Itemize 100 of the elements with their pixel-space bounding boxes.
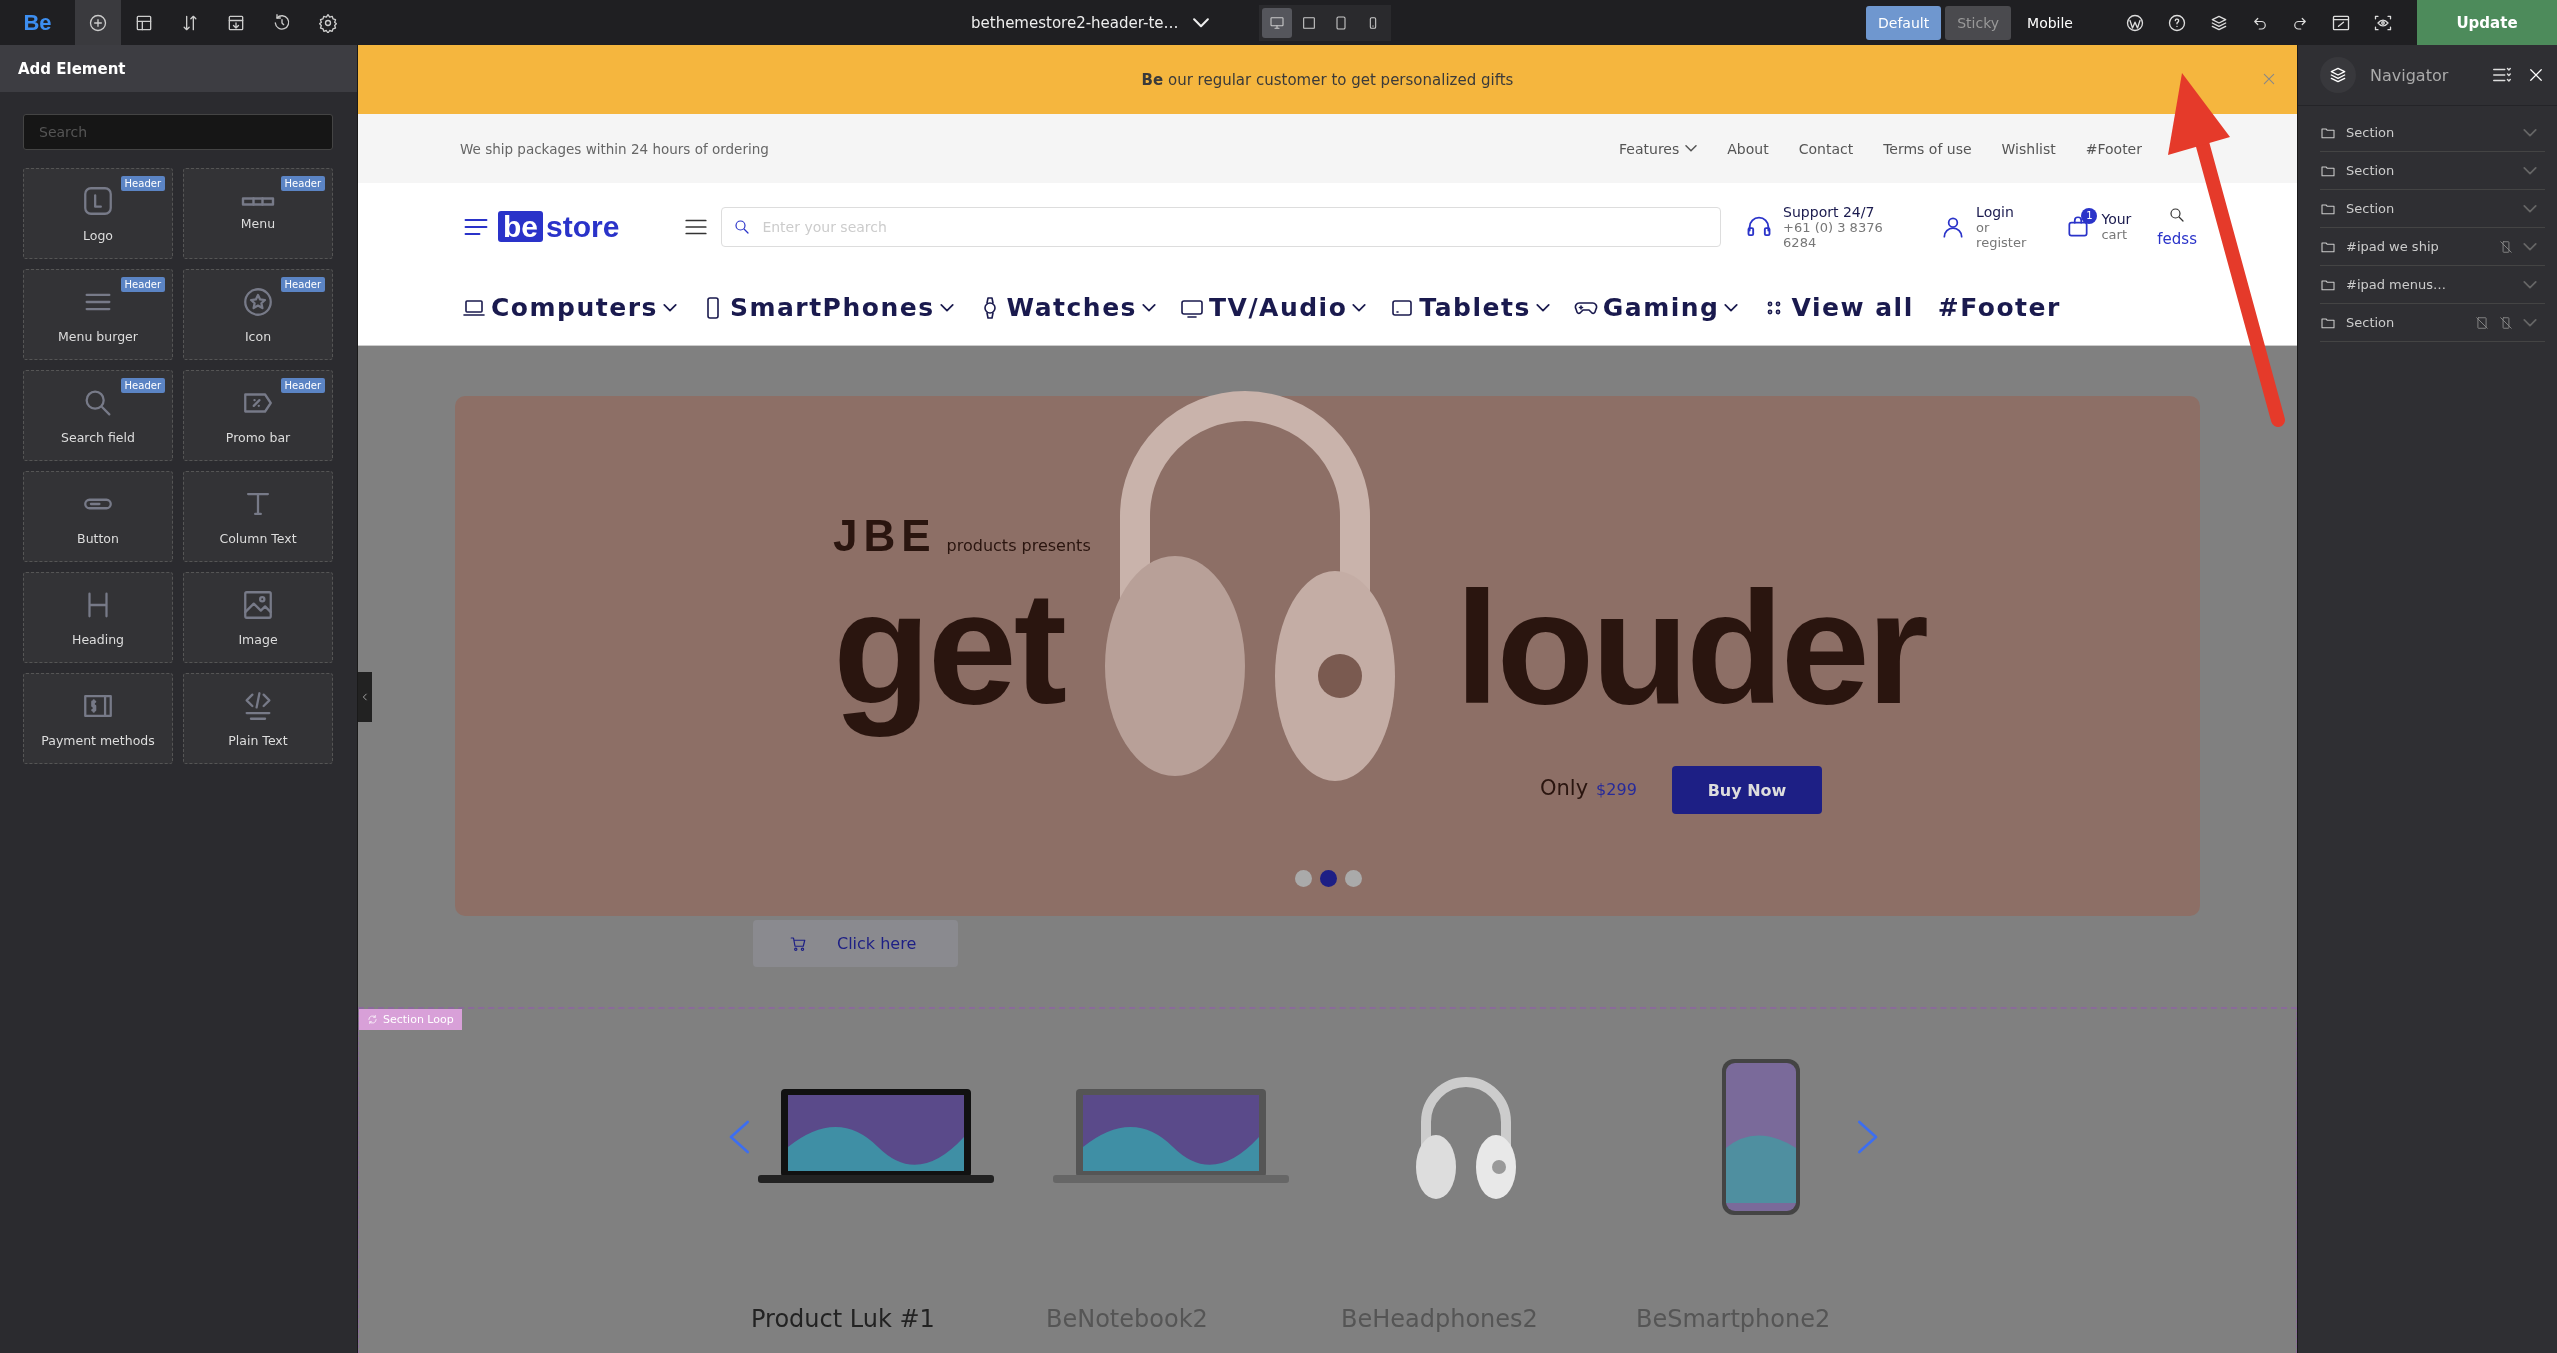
panel-title: Add Element (18, 59, 126, 78)
history-icon (272, 12, 292, 33)
chevron-down-icon (2523, 318, 2537, 327)
device-button[interactable] (1261, 7, 1292, 38)
price: $299 (1596, 780, 1637, 799)
buy-now-button[interactable]: Buy Now (1672, 766, 1822, 814)
desktop-icon (1268, 14, 1285, 31)
element-tile[interactable]: Button (23, 471, 173, 562)
header-badge: Header (120, 277, 165, 292)
search-field[interactable]: Search (23, 114, 333, 150)
hidden-phone-icon (2499, 315, 2513, 330)
element-tile[interactable]: Payment methods (23, 673, 173, 764)
navigator-item[interactable]: Section (2320, 304, 2545, 342)
top-link[interactable]: About (1727, 140, 1769, 157)
element-tile[interactable]: Header Icon (183, 269, 333, 360)
category-link[interactable]: Computers (462, 293, 677, 322)
element-tile[interactable]: Heading (23, 572, 173, 663)
hidden-tablet-icon (2475, 315, 2489, 330)
slider-dot[interactable] (1345, 870, 1362, 887)
register-link[interactable]: or register (1976, 219, 2042, 250)
cart-subtitle[interactable]: cart (2101, 227, 2132, 242)
element-tile[interactable]: Header Menu (183, 168, 333, 259)
element-tile[interactable]: Column Text (183, 471, 333, 562)
image-icon (241, 588, 275, 622)
chevron-down-icon (1685, 145, 1698, 152)
layers-icon (2328, 65, 2348, 85)
header-badge: Header (280, 277, 325, 292)
navigator-item[interactable]: #ipad menus… (2320, 266, 2545, 304)
element-tile[interactable]: Header Promo bar (183, 370, 333, 461)
top-link[interactable]: Features (1619, 140, 1698, 157)
add-icon (88, 12, 108, 33)
navigator-item[interactable]: #ipad we ship (2320, 228, 2545, 266)
chevron-down-icon (1724, 303, 1739, 312)
promo-text: Be our regular customer to get personalized gifts (1141, 70, 1514, 89)
top-link[interactable]: #Footer (2085, 140, 2142, 157)
element-tile[interactable]: Header Logo (23, 168, 173, 259)
settings-icon (318, 12, 338, 33)
chevron-left-icon (360, 692, 370, 702)
tablet-icon (1300, 14, 1317, 31)
product-name[interactable]: Product Luk #1 (751, 1305, 1046, 1333)
hero-subtitle: products presents (946, 536, 1091, 555)
menu-icon (241, 196, 275, 206)
toolbar-button[interactable] (75, 0, 121, 45)
chevron-down-icon (939, 303, 954, 312)
logo-icon (81, 184, 115, 218)
chevron-down-icon (1142, 303, 1156, 312)
chevron-down-icon (1192, 17, 1209, 28)
hero-heading: louder (1455, 557, 1926, 739)
slider-dot[interactable] (1320, 870, 1337, 887)
header-badge: Header (280, 378, 325, 393)
chevron-down-icon (1352, 303, 1367, 312)
close-icon (2261, 71, 2277, 87)
price-label: Only (1540, 776, 1589, 800)
cart-icon (789, 934, 807, 953)
category-link[interactable]: Watches (977, 293, 1156, 322)
search-label[interactable]: fedss (2157, 229, 2197, 248)
category-link[interactable]: TV/Audio (1180, 293, 1367, 322)
header-badge: Header (120, 378, 165, 393)
cart-title[interactable]: Your (2101, 211, 2132, 227)
category-link[interactable]: #Footer (1937, 293, 2061, 322)
slider-dot[interactable] (1295, 870, 1312, 887)
loop-icon (367, 1014, 378, 1025)
top-link[interactable]: Contact (1798, 140, 1854, 157)
wordpress-icon (2125, 12, 2145, 33)
chevron-down-icon (2523, 204, 2537, 213)
category-link[interactable]: Gaming (1573, 293, 1739, 322)
element-tile[interactable]: Plain Text (183, 673, 333, 764)
mode-tab[interactable]: Mobile (2015, 5, 2085, 40)
app-logo[interactable]: Be (0, 0, 75, 45)
header-badge: Header (280, 176, 325, 191)
chevron-down-icon (2523, 242, 2537, 251)
category-link[interactable]: SmartPhones (700, 293, 954, 322)
chevron-down-icon (2523, 166, 2537, 175)
top-link[interactable]: Wishlist (2001, 140, 2056, 157)
page-title[interactable]: bethemestore2-header-te… (971, 13, 1179, 32)
top-link[interactable]: Terms of use (1883, 140, 1972, 157)
element-tile[interactable]: Image (183, 572, 333, 663)
category-link[interactable]: Tablets (1390, 293, 1550, 322)
click-here-button[interactable]: Click here (753, 920, 958, 967)
section-label: Section Loop (359, 1009, 462, 1030)
shipping-text: We ship packages within 24 hours of ordering (460, 140, 769, 157)
support-title: Support 24/7 (1783, 203, 1876, 220)
support-phone: +61 (0) 3 8376 6284 (1783, 219, 1884, 250)
update-button[interactable]: Update (2417, 0, 2557, 45)
help-icon (2167, 12, 2187, 33)
store-logo[interactable]: be store (498, 209, 620, 244)
chevron-down-icon (1535, 303, 1550, 312)
chevron-down-icon (662, 303, 677, 312)
header-badge: Header (120, 176, 165, 191)
chevron-down-icon (2523, 280, 2537, 289)
category-link[interactable]: View all (1762, 293, 1914, 322)
navigator-item[interactable]: Section (2320, 190, 2545, 228)
navigator-item[interactable]: Section (2320, 114, 2545, 152)
cart-count: 1 (2081, 207, 2098, 224)
element-tile[interactable]: Header Menu burger (23, 269, 173, 360)
login-link[interactable]: Login (1976, 203, 2042, 220)
element-tile[interactable]: Header Search field (23, 370, 173, 461)
chevron-down-icon (2523, 128, 2537, 137)
navigator-item[interactable]: Section (2320, 152, 2545, 190)
panel-title: Navigator (2370, 65, 2450, 85)
